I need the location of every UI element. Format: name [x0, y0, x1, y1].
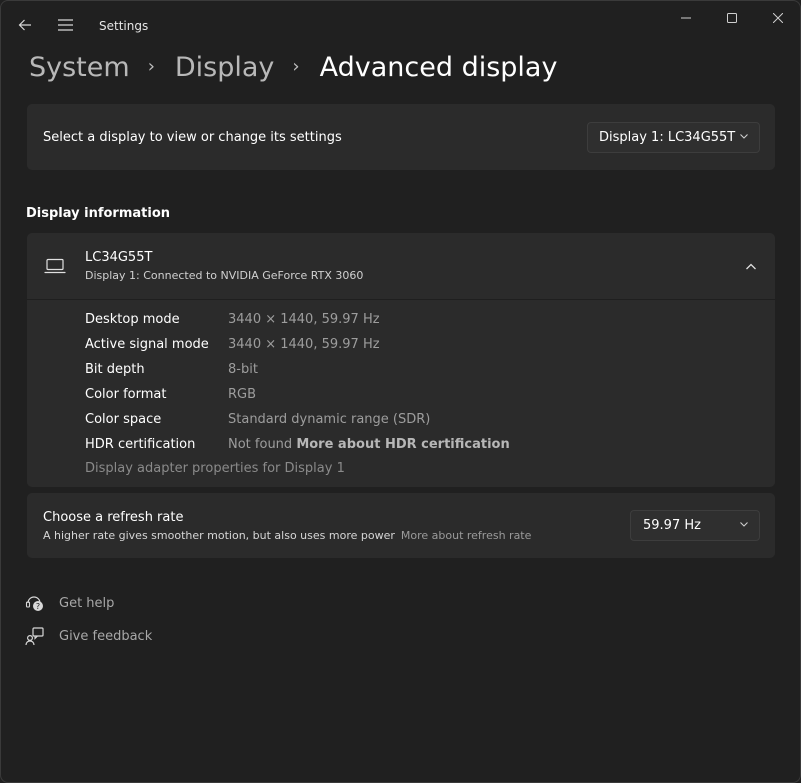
property-value: Standard dynamic range (SDR)	[228, 412, 431, 427]
property-name: Color space	[85, 412, 162, 427]
refresh-rate-description-text: A higher rate gives smoother motion, but…	[43, 529, 395, 542]
hdr-certification-link[interactable]: More about HDR certification	[296, 437, 509, 452]
minimize-button[interactable]	[663, 5, 709, 31]
property-name: Desktop mode	[85, 312, 180, 327]
display-dropdown[interactable]: Display 1: LC34G55T	[587, 122, 760, 153]
display-adapter-properties-link[interactable]: Display adapter properties for Display 1	[85, 461, 345, 476]
property-name: Active signal mode	[85, 337, 209, 352]
page-title: Advanced display	[319, 51, 558, 83]
refresh-rate-dropdown[interactable]: 59.97 Hz	[630, 510, 760, 541]
hdr-status: Not found	[228, 437, 293, 452]
display-select-card: Select a display to view or change its s…	[27, 104, 775, 170]
breadcrumb: System › Display › Advanced display	[29, 47, 557, 87]
property-value: 3440 × 1440, 59.97 Hz	[228, 312, 380, 327]
title-bar: Settings	[1, 1, 800, 51]
navigation-menu-button[interactable]	[51, 11, 79, 39]
property-value: 8-bit	[228, 362, 258, 377]
display-connection: Display 1: Connected to NVIDIA GeForce R…	[85, 269, 364, 282]
refresh-rate-value: 59.97 Hz	[643, 518, 701, 533]
back-button[interactable]	[11, 11, 39, 39]
back-arrow-icon	[18, 19, 31, 31]
refresh-rate-description: A higher rate gives smoother motion, but…	[43, 529, 531, 542]
svg-text:?: ?	[36, 602, 40, 611]
display-information-heading: Display information	[26, 206, 171, 221]
display-information-card: LC34G55T Display 1: Connected to NVIDIA …	[27, 233, 775, 487]
property-value: Not found More about HDR certification	[228, 437, 510, 452]
property-value: 3440 × 1440, 59.97 Hz	[228, 337, 380, 352]
chevron-up-icon	[746, 263, 756, 270]
display-name: LC34G55T	[85, 250, 153, 265]
laptop-icon	[44, 257, 66, 275]
chevron-down-icon	[739, 130, 749, 144]
chevron-down-icon	[739, 518, 749, 532]
app-title: Settings	[99, 19, 149, 33]
maximize-icon	[727, 13, 737, 23]
display-select-label: Select a display to view or change its s…	[43, 130, 342, 145]
close-icon	[773, 13, 783, 23]
close-button[interactable]	[755, 5, 800, 31]
collapse-button[interactable]	[739, 255, 763, 279]
property-name: HDR certification	[85, 437, 196, 452]
refresh-rate-link[interactable]: More about refresh rate	[401, 529, 532, 542]
display-dropdown-value: Display 1: LC34G55T	[599, 130, 736, 145]
breadcrumb-system[interactable]: System	[29, 52, 130, 83]
refresh-rate-card: Choose a refresh rate A higher rate give…	[27, 493, 775, 558]
help-icon: ?	[25, 593, 45, 613]
get-help-label: Get help	[59, 595, 115, 611]
hamburger-menu-icon	[57, 19, 73, 31]
give-feedback-label: Give feedback	[59, 628, 153, 644]
breadcrumb-display[interactable]: Display	[175, 52, 275, 83]
display-information-header[interactable]: LC34G55T Display 1: Connected to NVIDIA …	[27, 233, 775, 300]
breadcrumb-separator-icon: ›	[292, 55, 300, 77]
refresh-rate-title: Choose a refresh rate	[43, 510, 184, 525]
property-value: RGB	[228, 387, 257, 402]
get-help-link[interactable]: ? Get help	[25, 592, 114, 614]
feedback-icon	[25, 626, 45, 646]
maximize-button[interactable]	[709, 5, 755, 31]
property-name: Bit depth	[85, 362, 145, 377]
settings-window: Settings System › Display › Advanced dis…	[0, 0, 801, 783]
minimize-icon	[681, 17, 691, 19]
breadcrumb-separator-icon: ›	[147, 55, 155, 77]
give-feedback-link[interactable]: Give feedback	[25, 625, 152, 647]
property-name: Color format	[85, 387, 167, 402]
